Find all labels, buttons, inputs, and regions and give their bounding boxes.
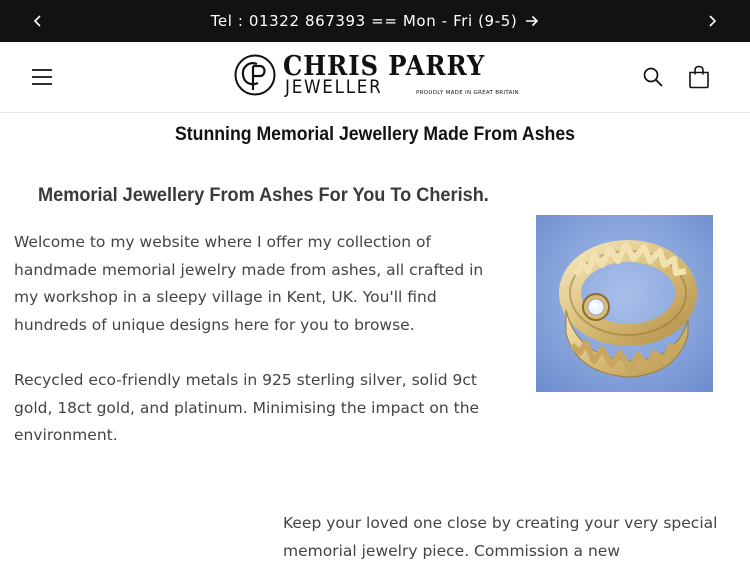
search-button[interactable] xyxy=(637,62,669,92)
chevron-right-icon xyxy=(709,15,717,27)
announcement-message: Tel : 01322 867393 == Mon - Fri (9-5) xyxy=(0,0,750,42)
logo-monogram-icon xyxy=(234,54,276,96)
shopping-bag-icon xyxy=(689,65,709,89)
hamburger-menu-icon xyxy=(32,69,52,85)
metals-paragraph: Recycled eco-friendly metals in 925 ster… xyxy=(14,371,480,444)
announcement-text: Tel : 01322 867393 == Mon - Fri (9-5) xyxy=(210,12,518,30)
ring-product-image xyxy=(536,215,713,392)
site-header: CHRIS PARRY JEWELLER PROUDLY MADE IN GRE… xyxy=(0,42,750,113)
search-icon xyxy=(643,67,663,87)
arrow-right-icon xyxy=(526,15,539,27)
announcement-next-button[interactable] xyxy=(692,0,732,42)
logo-subtitle: JEWELLER xyxy=(285,76,383,98)
gold-ring-image xyxy=(536,215,713,392)
intro-paragraph: Welcome to my website where I offer my c… xyxy=(14,233,484,334)
page-title: Stunning Memorial Jewellery Made From As… xyxy=(175,124,575,145)
site-logo[interactable]: CHRIS PARRY JEWELLER PROUDLY MADE IN GRE… xyxy=(233,52,519,104)
commission-paragraph: Keep your loved one close by creating yo… xyxy=(283,514,718,560)
menu-button[interactable] xyxy=(26,62,58,92)
section-heading: Memorial Jewellery From Ashes For You To… xyxy=(38,184,489,206)
logo-tagline: PROUDLY MADE IN GREAT BRITAIN xyxy=(416,90,519,96)
announcement-link[interactable]: Tel : 01322 867393 == Mon - Fri (9-5) xyxy=(211,12,540,30)
announcement-bar: Tel : 01322 867393 == Mon - Fri (9-5) xyxy=(0,0,750,42)
cart-button[interactable] xyxy=(683,61,715,93)
